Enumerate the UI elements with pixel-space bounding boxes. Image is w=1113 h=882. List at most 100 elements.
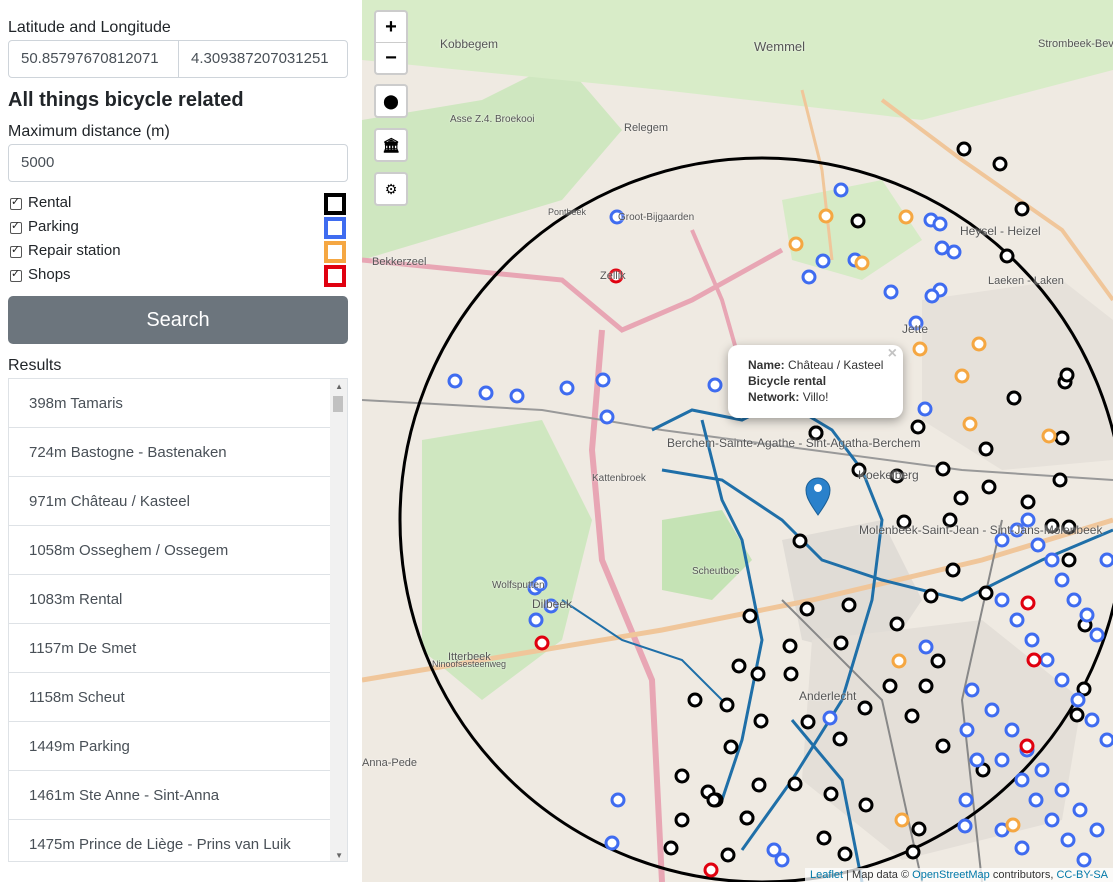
result-item[interactable]: 1058m Osseghem / Ossegem: [9, 526, 331, 575]
rental-marker[interactable]: [935, 461, 951, 477]
rental-marker[interactable]: [706, 792, 722, 808]
result-item[interactable]: 971m Château / Kasteel: [9, 477, 331, 526]
results-scrollbar[interactable]: ▲ ▼: [330, 379, 347, 861]
leaflet-link[interactable]: Leaflet: [810, 869, 843, 881]
repair-marker[interactable]: [912, 341, 928, 357]
parking-marker[interactable]: [946, 244, 962, 260]
shop-marker[interactable]: [703, 862, 719, 878]
rental-marker[interactable]: [750, 666, 766, 682]
rental-marker[interactable]: [1054, 430, 1070, 446]
scroll-up-arrow-icon[interactable]: ▲: [335, 382, 343, 391]
result-item[interactable]: 1083m Rental: [9, 575, 331, 624]
parking-marker[interactable]: [918, 639, 934, 655]
rental-marker[interactable]: [787, 776, 803, 792]
rental-marker[interactable]: [978, 585, 994, 601]
settings-button[interactable]: ⚙: [376, 174, 406, 204]
zoom-in-button[interactable]: +: [376, 12, 406, 43]
parking-marker[interactable]: [984, 702, 1000, 718]
parking-marker[interactable]: [447, 373, 463, 389]
parking-marker[interactable]: [1089, 627, 1105, 643]
rental-marker[interactable]: [953, 490, 969, 506]
zoom-out-button[interactable]: −: [376, 43, 406, 73]
rental-marker[interactable]: [687, 692, 703, 708]
parking-marker[interactable]: [1072, 802, 1088, 818]
repair-marker[interactable]: [1041, 428, 1057, 444]
rental-marker[interactable]: [1059, 367, 1075, 383]
parking-marker[interactable]: [1044, 552, 1060, 568]
shop-marker[interactable]: [1020, 595, 1036, 611]
rental-marker[interactable]: [751, 777, 767, 793]
rental-marker[interactable]: [837, 846, 853, 862]
repair-marker[interactable]: [971, 336, 987, 352]
category-shops[interactable]: Shops: [8, 265, 348, 287]
parking-marker[interactable]: [969, 752, 985, 768]
category-rental[interactable]: Rental: [8, 193, 348, 215]
repair-marker[interactable]: [788, 236, 804, 252]
rental-marker[interactable]: [792, 533, 808, 549]
parking-marker[interactable]: [599, 409, 615, 425]
rental-marker[interactable]: [674, 812, 690, 828]
rental-marker[interactable]: [981, 479, 997, 495]
rental-marker[interactable]: [910, 419, 926, 435]
rental-marker[interactable]: [816, 830, 832, 846]
shop-marker[interactable]: [1026, 652, 1042, 668]
category-checkbox[interactable]: [10, 219, 22, 234]
rental-marker[interactable]: [1069, 707, 1085, 723]
parking-marker[interactable]: [1044, 812, 1060, 828]
rental-marker[interactable]: [739, 810, 755, 826]
parking-marker[interactable]: [957, 818, 973, 834]
search-button[interactable]: Search: [8, 296, 348, 344]
parking-marker[interactable]: [595, 372, 611, 388]
result-item[interactable]: 1475m Prince de Liège - Prins van Luik: [9, 820, 331, 861]
distance-input[interactable]: 5000: [8, 144, 348, 182]
category-checkbox[interactable]: [10, 267, 22, 282]
osm-link[interactable]: OpenStreetMap: [912, 869, 990, 881]
rental-marker[interactable]: [1061, 552, 1077, 568]
parking-marker[interactable]: [1028, 792, 1044, 808]
parking-marker[interactable]: [1066, 592, 1082, 608]
latitude-input[interactable]: 50.85797670812071: [8, 40, 180, 78]
category-checkbox[interactable]: [10, 195, 22, 210]
rental-marker[interactable]: [992, 156, 1008, 172]
result-item[interactable]: 1157m De Smet: [9, 624, 331, 673]
rental-marker[interactable]: [904, 708, 920, 724]
rental-marker[interactable]: [1006, 390, 1022, 406]
category-repair-station[interactable]: Repair station: [8, 241, 348, 263]
rental-marker[interactable]: [663, 840, 679, 856]
rental-marker[interactable]: [799, 601, 815, 617]
rental-marker[interactable]: [800, 714, 816, 730]
rental-marker[interactable]: [945, 562, 961, 578]
repair-marker[interactable]: [898, 209, 914, 225]
parking-marker[interactable]: [604, 835, 620, 851]
map[interactable]: Kobbegem Wemmel Strombeek-Bever Relegem Asse…: [362, 0, 1113, 882]
rental-marker[interactable]: [1014, 201, 1030, 217]
parking-marker[interactable]: [801, 269, 817, 285]
rental-marker[interactable]: [833, 635, 849, 651]
parking-marker[interactable]: [1099, 552, 1113, 568]
parking-marker[interactable]: [1099, 732, 1113, 748]
repair-marker[interactable]: [1005, 817, 1021, 833]
rental-marker[interactable]: [858, 797, 874, 813]
rental-marker[interactable]: [832, 731, 848, 747]
parking-marker[interactable]: [509, 388, 525, 404]
marker-button[interactable]: ⬤: [376, 86, 406, 116]
rental-marker[interactable]: [1020, 494, 1036, 510]
rental-marker[interactable]: [978, 441, 994, 457]
shop-marker[interactable]: [534, 635, 550, 651]
parking-marker[interactable]: [1079, 607, 1095, 623]
parking-marker[interactable]: [1024, 632, 1040, 648]
rental-marker[interactable]: [999, 248, 1015, 264]
parking-marker[interactable]: [1076, 852, 1092, 868]
museum-button[interactable]: 🏛: [376, 130, 406, 160]
results-list[interactable]: 398m Tamaris 724m Bastogne - Bastenaken 97…: [8, 378, 348, 862]
parking-marker[interactable]: [932, 216, 948, 232]
parking-marker[interactable]: [528, 612, 544, 628]
rental-marker[interactable]: [857, 700, 873, 716]
parking-marker[interactable]: [1060, 832, 1076, 848]
parking-marker[interactable]: [883, 284, 899, 300]
parking-marker[interactable]: [1054, 782, 1070, 798]
parking-marker[interactable]: [1039, 652, 1055, 668]
rental-marker[interactable]: [782, 638, 798, 654]
result-item[interactable]: 1449m Parking: [9, 722, 331, 771]
rental-marker[interactable]: [935, 738, 951, 754]
